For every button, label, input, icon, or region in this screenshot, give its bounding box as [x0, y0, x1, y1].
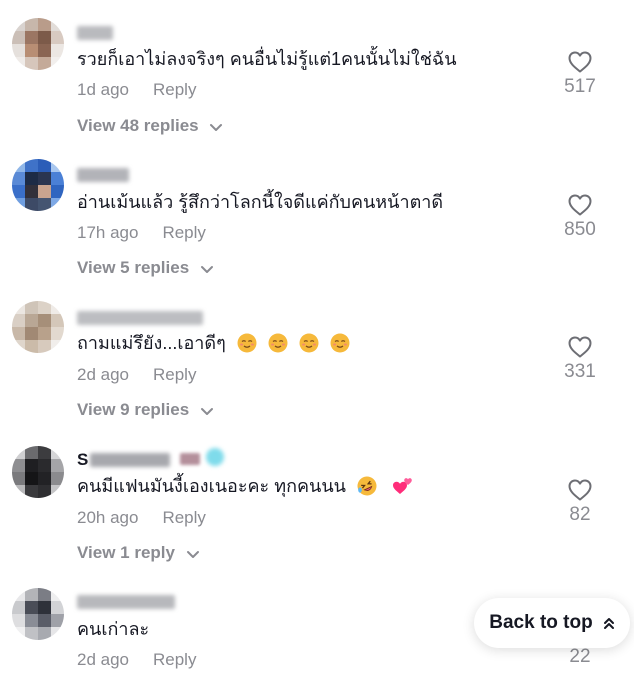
reply-button[interactable]: Reply: [162, 223, 205, 242]
view-replies-label: View 5 replies: [77, 258, 190, 277]
double-chevron-up-icon: [603, 618, 614, 629]
heart-icon[interactable]: [567, 50, 593, 74]
avatar[interactable]: [12, 446, 64, 498]
comment-text: รวยก็เอาไม่ลงจริงๆ คนอื่นไม่รู้แต่1คนนั้…: [77, 49, 457, 69]
comment-meta: 2d ago Reply: [77, 365, 196, 385]
reply-button[interactable]: Reply: [153, 650, 196, 669]
view-replies-button[interactable]: View 1 reply: [77, 543, 200, 563]
like-control: 850: [558, 193, 602, 241]
two-hearts-emoji-icon: [392, 478, 412, 494]
rolling-laughing-face-emoji-icon: [357, 476, 377, 496]
username[interactable]: [77, 26, 113, 40]
timestamp: 1d ago: [77, 80, 129, 99]
comment-meta: 1d ago Reply: [77, 80, 196, 100]
avatar[interactable]: [12, 588, 64, 640]
like-count: 82: [569, 504, 591, 525]
like-count: 850: [564, 219, 596, 240]
like-count: 331: [564, 361, 596, 382]
comment-item: รวยก็เอาไม่ลงจริงๆ คนอื่นไม่รู้แต่1คนนั้…: [0, 14, 634, 156]
comment-text: อ่านเม้นแล้ว รู้สึกว่าโลกนี้ใจดีแค่กับคน…: [77, 192, 444, 212]
relieved-face-emoji-icon: [299, 333, 319, 353]
username-prefix: S: [77, 450, 89, 469]
chevron-down-icon: [200, 265, 213, 273]
timestamp: 20h ago: [77, 508, 139, 527]
comment-item: อ่านเม้นแล้ว รู้สึกว่าโลกนี้ใจดีแค่กับคน…: [0, 157, 634, 299]
view-replies-label: View 48 replies: [77, 116, 199, 135]
heart-icon[interactable]: [567, 193, 593, 217]
comment-meta: 2d ago Reply: [77, 650, 196, 670]
avatar[interactable]: [12, 18, 64, 70]
reply-button[interactable]: Reply: [153, 365, 196, 384]
chevron-down-icon: [186, 550, 199, 558]
comment-item: ถามแม่รึยัง...เอาดีๆ 2d ago Reply View 9 …: [0, 299, 634, 441]
comment-text-content: ถามแม่รึยัง...เอาดีๆ: [77, 333, 226, 353]
heart-icon[interactable]: [567, 335, 593, 359]
like-count: 22: [569, 646, 591, 667]
comment-text: คนมีแฟนมันงี้เองเนอะคะ ทุกคนนน: [77, 473, 414, 499]
relieved-face-emoji-icon: [330, 333, 350, 353]
timestamp: 2d ago: [77, 365, 129, 384]
avatar[interactable]: [12, 301, 64, 353]
reply-button[interactable]: Reply: [153, 80, 196, 99]
username[interactable]: [77, 311, 203, 325]
username[interactable]: [77, 168, 129, 182]
comment-text: ถามแม่รึยัง...เอาดีๆ: [77, 330, 350, 356]
avatar[interactable]: [12, 159, 64, 211]
comment-meta: 20h ago Reply: [77, 508, 206, 528]
like-control: 331: [558, 335, 602, 383]
relieved-face-emoji-icon: [237, 333, 257, 353]
username[interactable]: [90, 453, 170, 467]
view-replies-button[interactable]: View 48 replies: [77, 116, 223, 136]
chevron-down-icon: [200, 407, 213, 415]
comment-text-content: คนมีแฟนมันงี้เองเนอะคะ ทุกคนนน: [77, 476, 346, 496]
relieved-face-emoji-icon: [268, 333, 288, 353]
view-replies-label: View 9 replies: [77, 400, 190, 419]
comment-text: คนเก่าละ: [77, 619, 150, 639]
timestamp: 2d ago: [77, 650, 129, 669]
reply-button[interactable]: Reply: [162, 508, 205, 527]
like-count: 517: [564, 76, 596, 97]
username-badge: [206, 448, 224, 466]
comment-item: S คนมีแฟนมันงี้เองเนอะคะ ทุกคนนน 20h ago…: [0, 442, 634, 584]
back-to-top-button[interactable]: Back to top: [474, 598, 630, 648]
username-badge: [180, 453, 200, 465]
view-replies-label: View 1 reply: [77, 543, 175, 562]
username[interactable]: [77, 595, 175, 609]
chevron-down-icon: [210, 123, 223, 131]
like-control: 517: [558, 50, 602, 98]
like-control: 82: [558, 478, 602, 526]
comment-meta: 17h ago Reply: [77, 223, 206, 243]
heart-icon[interactable]: [567, 478, 593, 502]
timestamp: 17h ago: [77, 223, 139, 242]
back-to-top-label: Back to top: [489, 612, 593, 633]
view-replies-button[interactable]: View 9 replies: [77, 400, 214, 420]
view-replies-button[interactable]: View 5 replies: [77, 258, 214, 278]
